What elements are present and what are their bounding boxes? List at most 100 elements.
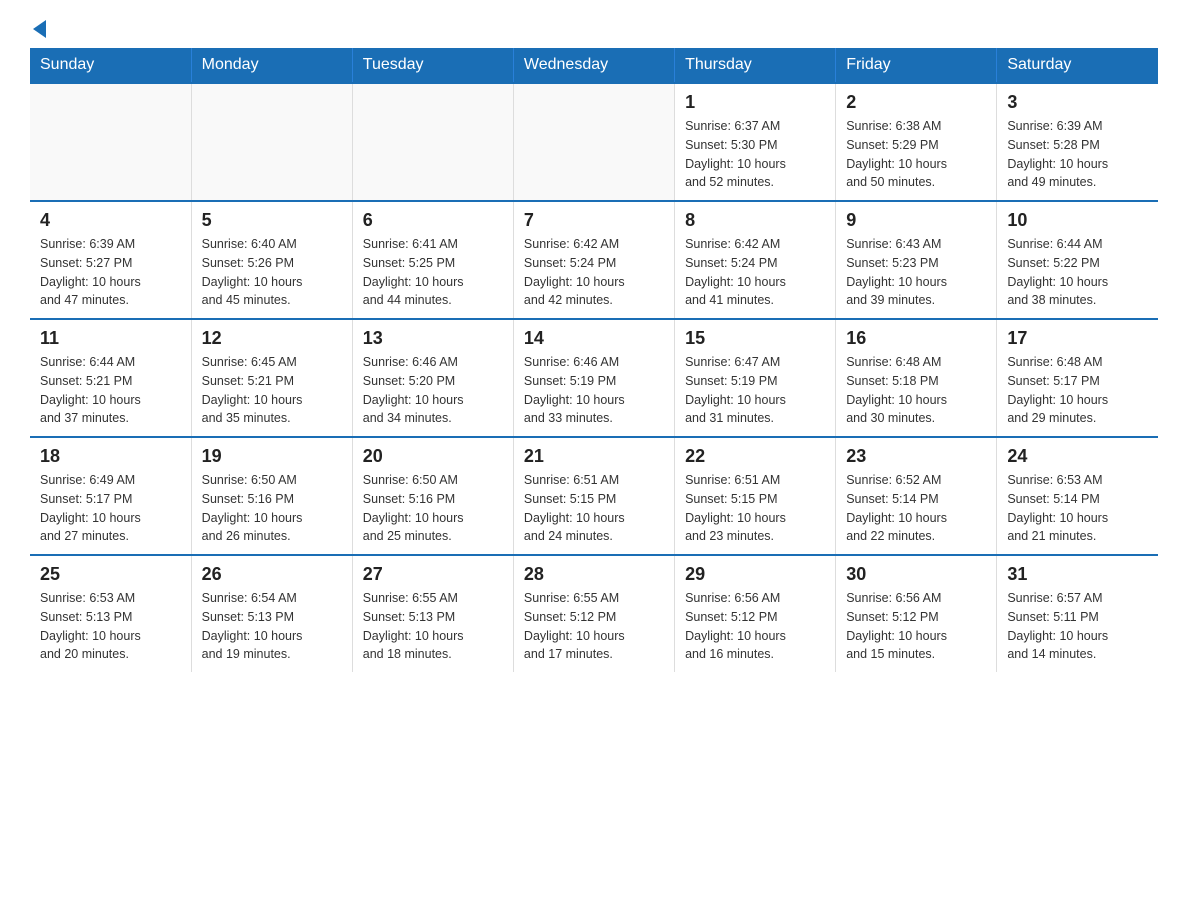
day-info: Sunrise: 6:53 AMSunset: 5:14 PMDaylight:… [1007, 471, 1148, 546]
day-info: Sunrise: 6:40 AMSunset: 5:26 PMDaylight:… [202, 235, 342, 310]
calendar-cell: 15 Sunrise: 6:47 AMSunset: 5:19 PMDayligh… [675, 319, 836, 437]
calendar-cell: 2 Sunrise: 6:38 AMSunset: 5:29 PMDaylight… [836, 83, 997, 201]
calendar-cell: 1Sunrise: 6:37 AMSunset: 5:30 PMDaylight… [675, 83, 836, 201]
calendar-body: 1Sunrise: 6:37 AMSunset: 5:30 PMDaylight… [30, 83, 1158, 672]
calendar-cell: 26 Sunrise: 6:54 AMSunset: 5:13 PMDayligh… [191, 555, 352, 672]
calendar-header: SundayMondayTuesdayWednesdayThursdayFrid… [30, 48, 1158, 83]
day-info: Sunrise: 6:55 AMSunset: 5:12 PMDaylight:… [524, 589, 664, 664]
day-number: 28 [524, 564, 664, 585]
week-row-5: 25 Sunrise: 6:53 AMSunset: 5:13 PMDayligh… [30, 555, 1158, 672]
day-number: 17 [1007, 328, 1148, 349]
day-info: Sunrise: 6:56 AMSunset: 5:12 PMDaylight:… [846, 589, 986, 664]
weekday-header-friday: Friday [836, 48, 997, 83]
calendar-cell: 14Sunrise: 6:46 AMSunset: 5:19 PMDayligh… [513, 319, 674, 437]
day-info: Sunrise: 6:47 AMSunset: 5:19 PMDaylight:… [685, 353, 825, 428]
day-number: 3 [1007, 92, 1148, 113]
day-info: Sunrise: 6:37 AMSunset: 5:30 PMDaylight:… [685, 117, 825, 192]
calendar-cell: 24 Sunrise: 6:53 AMSunset: 5:14 PMDayligh… [997, 437, 1158, 555]
calendar-cell: 10 Sunrise: 6:44 AMSunset: 5:22 PMDayligh… [997, 201, 1158, 319]
day-number: 12 [202, 328, 342, 349]
calendar-cell: 22 Sunrise: 6:51 AMSunset: 5:15 PMDayligh… [675, 437, 836, 555]
calendar-cell: 3 Sunrise: 6:39 AMSunset: 5:28 PMDaylight… [997, 83, 1158, 201]
day-info: Sunrise: 6:42 AMSunset: 5:24 PMDaylight:… [685, 235, 825, 310]
day-info: Sunrise: 6:56 AMSunset: 5:12 PMDaylight:… [685, 589, 825, 664]
day-info: Sunrise: 6:48 AMSunset: 5:17 PMDaylight:… [1007, 353, 1148, 428]
calendar-cell: 29Sunrise: 6:56 AMSunset: 5:12 PMDayligh… [675, 555, 836, 672]
calendar-cell [513, 83, 674, 201]
calendar-cell: 5Sunrise: 6:40 AMSunset: 5:26 PMDaylight… [191, 201, 352, 319]
calendar-cell: 13 Sunrise: 6:46 AMSunset: 5:20 PMDayligh… [352, 319, 513, 437]
week-row-2: 4 Sunrise: 6:39 AMSunset: 5:27 PMDaylight… [30, 201, 1158, 319]
calendar-cell: 7 Sunrise: 6:42 AMSunset: 5:24 PMDaylight… [513, 201, 674, 319]
day-info: Sunrise: 6:55 AMSunset: 5:13 PMDaylight:… [363, 589, 503, 664]
week-row-1: 1Sunrise: 6:37 AMSunset: 5:30 PMDaylight… [30, 83, 1158, 201]
day-info: Sunrise: 6:38 AMSunset: 5:29 PMDaylight:… [846, 117, 986, 192]
day-info: Sunrise: 6:53 AMSunset: 5:13 PMDaylight:… [40, 589, 181, 664]
day-info: Sunrise: 6:54 AMSunset: 5:13 PMDaylight:… [202, 589, 342, 664]
calendar-cell: 20 Sunrise: 6:50 AMSunset: 5:16 PMDayligh… [352, 437, 513, 555]
day-info: Sunrise: 6:51 AMSunset: 5:15 PMDaylight:… [685, 471, 825, 546]
calendar-cell: 4 Sunrise: 6:39 AMSunset: 5:27 PMDaylight… [30, 201, 191, 319]
day-number: 21 [524, 446, 664, 467]
day-info: Sunrise: 6:49 AMSunset: 5:17 PMDaylight:… [40, 471, 181, 546]
day-number: 27 [363, 564, 503, 585]
day-number: 8 [685, 210, 825, 231]
calendar-cell: 31 Sunrise: 6:57 AMSunset: 5:11 PMDayligh… [997, 555, 1158, 672]
weekday-header-row: SundayMondayTuesdayWednesdayThursdayFrid… [30, 48, 1158, 83]
weekday-header-sunday: Sunday [30, 48, 191, 83]
day-number: 10 [1007, 210, 1148, 231]
calendar-cell: 9Sunrise: 6:43 AMSunset: 5:23 PMDaylight… [836, 201, 997, 319]
calendar-cell: 17 Sunrise: 6:48 AMSunset: 5:17 PMDayligh… [997, 319, 1158, 437]
day-info: Sunrise: 6:50 AMSunset: 5:16 PMDaylight:… [202, 471, 342, 546]
day-number: 20 [363, 446, 503, 467]
day-number: 11 [40, 328, 181, 349]
week-row-3: 11Sunrise: 6:44 AMSunset: 5:21 PMDayligh… [30, 319, 1158, 437]
day-info: Sunrise: 6:45 AMSunset: 5:21 PMDaylight:… [202, 353, 342, 428]
day-info: Sunrise: 6:50 AMSunset: 5:16 PMDaylight:… [363, 471, 503, 546]
day-number: 7 [524, 210, 664, 231]
weekday-header-tuesday: Tuesday [352, 48, 513, 83]
calendar-cell: 12 Sunrise: 6:45 AMSunset: 5:21 PMDayligh… [191, 319, 352, 437]
day-info: Sunrise: 6:41 AMSunset: 5:25 PMDaylight:… [363, 235, 503, 310]
day-info: Sunrise: 6:48 AMSunset: 5:18 PMDaylight:… [846, 353, 986, 428]
day-number: 13 [363, 328, 503, 349]
day-info: Sunrise: 6:44 AMSunset: 5:22 PMDaylight:… [1007, 235, 1148, 310]
day-number: 6 [363, 210, 503, 231]
day-number: 16 [846, 328, 986, 349]
day-number: 4 [40, 210, 181, 231]
day-info: Sunrise: 6:51 AMSunset: 5:15 PMDaylight:… [524, 471, 664, 546]
calendar-cell: 6 Sunrise: 6:41 AMSunset: 5:25 PMDaylight… [352, 201, 513, 319]
calendar-cell: 21 Sunrise: 6:51 AMSunset: 5:15 PMDayligh… [513, 437, 674, 555]
day-number: 15 [685, 328, 825, 349]
day-info: Sunrise: 6:57 AMSunset: 5:11 PMDaylight:… [1007, 589, 1148, 664]
calendar-table: SundayMondayTuesdayWednesdayThursdayFrid… [30, 48, 1158, 672]
logo [30, 20, 46, 38]
day-number: 26 [202, 564, 342, 585]
day-info: Sunrise: 6:39 AMSunset: 5:27 PMDaylight:… [40, 235, 181, 310]
day-number: 18 [40, 446, 181, 467]
day-info: Sunrise: 6:46 AMSunset: 5:19 PMDaylight:… [524, 353, 664, 428]
calendar-cell: 28 Sunrise: 6:55 AMSunset: 5:12 PMDayligh… [513, 555, 674, 672]
calendar-cell [352, 83, 513, 201]
day-info: Sunrise: 6:39 AMSunset: 5:28 PMDaylight:… [1007, 117, 1148, 192]
calendar-cell: 16 Sunrise: 6:48 AMSunset: 5:18 PMDayligh… [836, 319, 997, 437]
calendar-cell: 25 Sunrise: 6:53 AMSunset: 5:13 PMDayligh… [30, 555, 191, 672]
day-number: 23 [846, 446, 986, 467]
day-number: 9 [846, 210, 986, 231]
day-number: 25 [40, 564, 181, 585]
day-info: Sunrise: 6:52 AMSunset: 5:14 PMDaylight:… [846, 471, 986, 546]
day-number: 31 [1007, 564, 1148, 585]
day-info: Sunrise: 6:42 AMSunset: 5:24 PMDaylight:… [524, 235, 664, 310]
logo-arrow-icon [33, 20, 46, 38]
day-info: Sunrise: 6:46 AMSunset: 5:20 PMDaylight:… [363, 353, 503, 428]
day-number: 22 [685, 446, 825, 467]
calendar-cell: 19 Sunrise: 6:50 AMSunset: 5:16 PMDayligh… [191, 437, 352, 555]
page-header [30, 20, 1158, 38]
day-number: 2 [846, 92, 986, 113]
week-row-4: 18 Sunrise: 6:49 AMSunset: 5:17 PMDayligh… [30, 437, 1158, 555]
day-number: 19 [202, 446, 342, 467]
calendar-cell [30, 83, 191, 201]
calendar-cell: 30Sunrise: 6:56 AMSunset: 5:12 PMDayligh… [836, 555, 997, 672]
weekday-header-monday: Monday [191, 48, 352, 83]
day-number: 24 [1007, 446, 1148, 467]
